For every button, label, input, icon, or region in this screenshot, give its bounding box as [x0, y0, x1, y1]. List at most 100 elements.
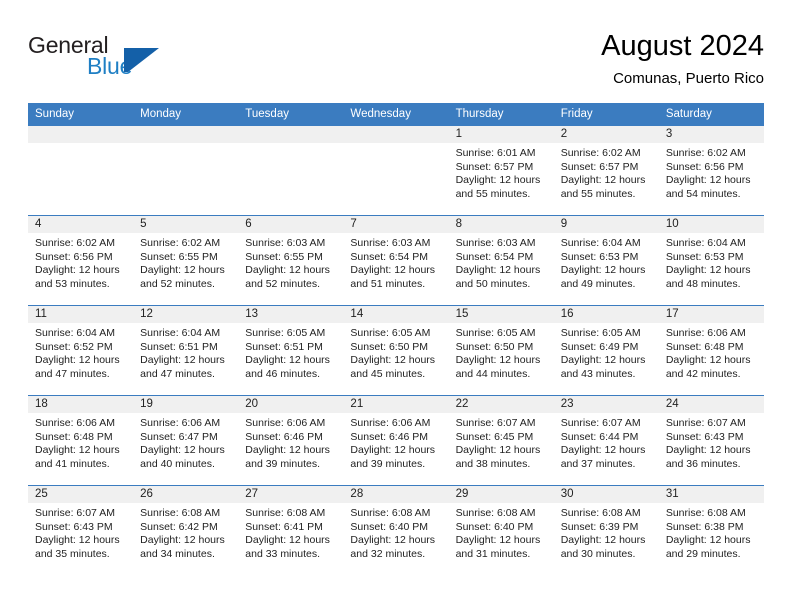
sunset-time: Sunset: 6:43 PM [665, 430, 744, 443]
sunset-time: Sunset: 6:39 PM [560, 520, 639, 533]
calendar-day-cell[interactable]: 11 Sunrise: 6:04 AM Sunset: 6:52 PM Dayligh… [28, 305, 134, 396]
day-number: 28 [343, 486, 449, 503]
sunrise-time: Sunrise: 6:06 AM [35, 417, 115, 429]
calendar-head: Sunday Monday Tuesday Wednesday Thursday… [28, 103, 764, 126]
calendar-day-cell[interactable]: 3 Sunrise: 6:02 AM Sunset: 6:56 PM Daylight… [658, 126, 764, 216]
brand-logo[interactable]: General Blue [28, 32, 258, 88]
daylight-duration-line2: and 49 minutes. [560, 277, 636, 290]
blue-triangle-logo-icon [124, 48, 160, 72]
day-number: 31 [658, 486, 764, 503]
sunset-time: Sunset: 6:40 PM [455, 520, 534, 533]
day-cell-content: 2 Sunrise: 6:02 AM Sunset: 6:57 PM Daylight… [553, 126, 659, 215]
calendar-day-cell[interactable]: 14 Sunrise: 6:05 AM Sunset: 6:50 PM Dayligh… [343, 305, 449, 396]
title-block: August 2024 Comunas, Puerto Rico [601, 28, 764, 90]
calendar-day-cell[interactable]: 19 Sunrise: 6:06 AM Sunset: 6:47 PM Dayligh… [133, 395, 239, 486]
weekday-header-wednesday: Wednesday [343, 103, 449, 126]
sunset-time: Sunset: 6:56 PM [35, 250, 113, 263]
calendar-week-row: 1 Sunrise: 6:01 AM Sunset: 6:57 PM Daylight… [28, 126, 764, 216]
calendar-day-cell[interactable]: 9 Sunrise: 6:04 AM Sunset: 6:53 PM Daylight… [553, 215, 659, 306]
calendar-day-cell[interactable]: 24 Sunrise: 6:07 AM Sunset: 6:43 PM Dayligh… [658, 395, 764, 486]
calendar-day-cell[interactable]: 5 Sunrise: 6:02 AM Sunset: 6:55 PM Daylight… [133, 215, 239, 306]
day-cell-content: 22 Sunrise: 6:07 AM Sunset: 6:45 PM Dayligh… [448, 396, 554, 485]
calendar-day-cell[interactable]: 17 Sunrise: 6:06 AM Sunset: 6:48 PM Dayligh… [658, 305, 764, 396]
calendar-day-cell[interactable]: 6 Sunrise: 6:03 AM Sunset: 6:55 PM Daylight… [238, 215, 344, 306]
day-number: 8 [448, 216, 554, 233]
calendar-day-cell[interactable]: 23 Sunrise: 6:07 AM Sunset: 6:44 PM Dayligh… [553, 395, 659, 486]
sunrise-time: Sunrise: 6:02 AM [140, 237, 221, 249]
day-number: 13 [238, 306, 344, 323]
day-sun-info: Sunrise: 6:03 AM Sunset: 6:55 PM Daylight:… [238, 233, 343, 291]
day-sun-info: Sunrise: 6:03 AM Sunset: 6:54 PM Daylight:… [343, 233, 448, 291]
sunset-time: Sunset: 6:55 PM [245, 250, 323, 263]
calendar-day-cell[interactable]: 30 Sunrise: 6:08 AM Sunset: 6:39 PM Dayligh… [553, 485, 659, 575]
sunset-time: Sunset: 6:53 PM [560, 250, 639, 263]
day-number [343, 126, 449, 143]
calendar-day-cell[interactable]: 26 Sunrise: 6:08 AM Sunset: 6:42 PM Dayligh… [133, 485, 239, 575]
calendar-day-cell[interactable]: 20 Sunrise: 6:06 AM Sunset: 6:46 PM Dayligh… [238, 395, 344, 486]
sunrise-time: Sunrise: 6:08 AM [455, 507, 536, 519]
day-number: 24 [658, 396, 764, 413]
calendar-day-cell[interactable]: 13 Sunrise: 6:05 AM Sunset: 6:51 PM Dayligh… [238, 305, 344, 396]
calendar-day-cell[interactable]: 1 Sunrise: 6:01 AM Sunset: 6:57 PM Daylight… [448, 126, 554, 216]
day-cell-content: 9 Sunrise: 6:04 AM Sunset: 6:53 PM Daylight… [553, 216, 659, 305]
day-number [238, 126, 344, 143]
sunset-time: Sunset: 6:43 PM [35, 520, 113, 533]
day-cell-content: 6 Sunrise: 6:03 AM Sunset: 6:55 PM Daylight… [238, 216, 344, 305]
sunrise-time: Sunrise: 6:04 AM [665, 237, 746, 249]
sunset-time: Sunset: 6:54 PM [350, 250, 429, 263]
daylight-duration-line2: and 43 minutes. [560, 367, 636, 380]
daylight-duration-line1: Daylight: 12 hours [245, 534, 330, 546]
daylight-duration-line2: and 29 minutes. [665, 547, 741, 560]
calendar-day-cell[interactable]: 31 Sunrise: 6:08 AM Sunset: 6:38 PM Dayligh… [658, 485, 764, 575]
calendar-day-cell-empty [133, 126, 239, 216]
calendar-day-cell[interactable]: 21 Sunrise: 6:06 AM Sunset: 6:46 PM Dayligh… [343, 395, 449, 486]
calendar-day-cell[interactable]: 8 Sunrise: 6:03 AM Sunset: 6:54 PM Daylight… [448, 215, 554, 306]
calendar-day-cell[interactable]: 16 Sunrise: 6:05 AM Sunset: 6:49 PM Dayligh… [553, 305, 659, 396]
calendar-body: 1 Sunrise: 6:01 AM Sunset: 6:57 PM Daylight… [28, 126, 764, 575]
day-cell-content: 5 Sunrise: 6:02 AM Sunset: 6:55 PM Daylight… [133, 216, 239, 305]
sunrise-time: Sunrise: 6:05 AM [455, 327, 536, 339]
sunrise-time: Sunrise: 6:04 AM [35, 327, 115, 339]
calendar-day-cell[interactable]: 10 Sunrise: 6:04 AM Sunset: 6:53 PM Dayligh… [658, 215, 764, 306]
sunrise-time: Sunrise: 6:07 AM [560, 417, 641, 429]
day-cell-content: 13 Sunrise: 6:05 AM Sunset: 6:51 PM Dayligh… [238, 306, 344, 395]
daylight-duration-line1: Daylight: 12 hours [140, 264, 225, 276]
daylight-duration-line2: and 31 minutes. [455, 547, 531, 560]
calendar-day-cell[interactable]: 4 Sunrise: 6:02 AM Sunset: 6:56 PM Daylight… [28, 215, 134, 306]
calendar-day-cell[interactable]: 18 Sunrise: 6:06 AM Sunset: 6:48 PM Dayligh… [28, 395, 134, 486]
daylight-duration-line2: and 47 minutes. [140, 367, 215, 380]
calendar-day-cell[interactable]: 2 Sunrise: 6:02 AM Sunset: 6:57 PM Daylight… [553, 126, 659, 216]
day-cell-content: 12 Sunrise: 6:04 AM Sunset: 6:51 PM Dayligh… [133, 306, 239, 395]
day-number: 11 [28, 306, 134, 323]
sunset-time: Sunset: 6:42 PM [140, 520, 218, 533]
calendar-day-cell[interactable]: 29 Sunrise: 6:08 AM Sunset: 6:40 PM Dayligh… [448, 485, 554, 575]
daylight-duration-line2: and 55 minutes. [560, 187, 636, 200]
calendar-day-cell[interactable]: 15 Sunrise: 6:05 AM Sunset: 6:50 PM Dayligh… [448, 305, 554, 396]
weekday-header-monday: Monday [133, 103, 239, 126]
day-cell-content: 1 Sunrise: 6:01 AM Sunset: 6:57 PM Daylight… [448, 126, 554, 215]
sunset-time: Sunset: 6:40 PM [350, 520, 429, 533]
day-cell-content: 28 Sunrise: 6:08 AM Sunset: 6:40 PM Dayligh… [343, 486, 449, 575]
sunset-time: Sunset: 6:48 PM [35, 430, 113, 443]
calendar-day-cell[interactable]: 22 Sunrise: 6:07 AM Sunset: 6:45 PM Dayligh… [448, 395, 554, 486]
daylight-duration-line2: and 52 minutes. [245, 277, 320, 290]
day-number: 27 [238, 486, 344, 503]
sunrise-time: Sunrise: 6:02 AM [665, 147, 746, 159]
day-sun-info: Sunrise: 6:02 AM Sunset: 6:56 PM Daylight:… [659, 143, 764, 201]
weekday-header-friday: Friday [553, 103, 659, 126]
calendar-day-cell[interactable]: 28 Sunrise: 6:08 AM Sunset: 6:40 PM Dayligh… [343, 485, 449, 575]
sunrise-time: Sunrise: 6:03 AM [245, 237, 326, 249]
calendar-day-cell[interactable]: 7 Sunrise: 6:03 AM Sunset: 6:54 PM Daylight… [343, 215, 449, 306]
sunrise-time: Sunrise: 6:05 AM [245, 327, 326, 339]
day-number: 15 [448, 306, 554, 323]
calendar-day-cell[interactable]: 25 Sunrise: 6:07 AM Sunset: 6:43 PM Dayligh… [28, 485, 134, 575]
calendar-day-cell[interactable]: 12 Sunrise: 6:04 AM Sunset: 6:51 PM Dayligh… [133, 305, 239, 396]
calendar-week-row: 25 Sunrise: 6:07 AM Sunset: 6:43 PM Dayligh… [28, 485, 764, 575]
sunset-time: Sunset: 6:54 PM [455, 250, 534, 263]
calendar-day-cell[interactable]: 27 Sunrise: 6:08 AM Sunset: 6:41 PM Dayligh… [238, 485, 344, 575]
day-cell-content: 24 Sunrise: 6:07 AM Sunset: 6:43 PM Dayligh… [658, 396, 764, 485]
daylight-duration-line2: and 34 minutes. [140, 547, 215, 560]
daylight-duration-line2: and 37 minutes. [560, 457, 636, 470]
day-number: 14 [343, 306, 449, 323]
sunset-time: Sunset: 6:44 PM [560, 430, 639, 443]
